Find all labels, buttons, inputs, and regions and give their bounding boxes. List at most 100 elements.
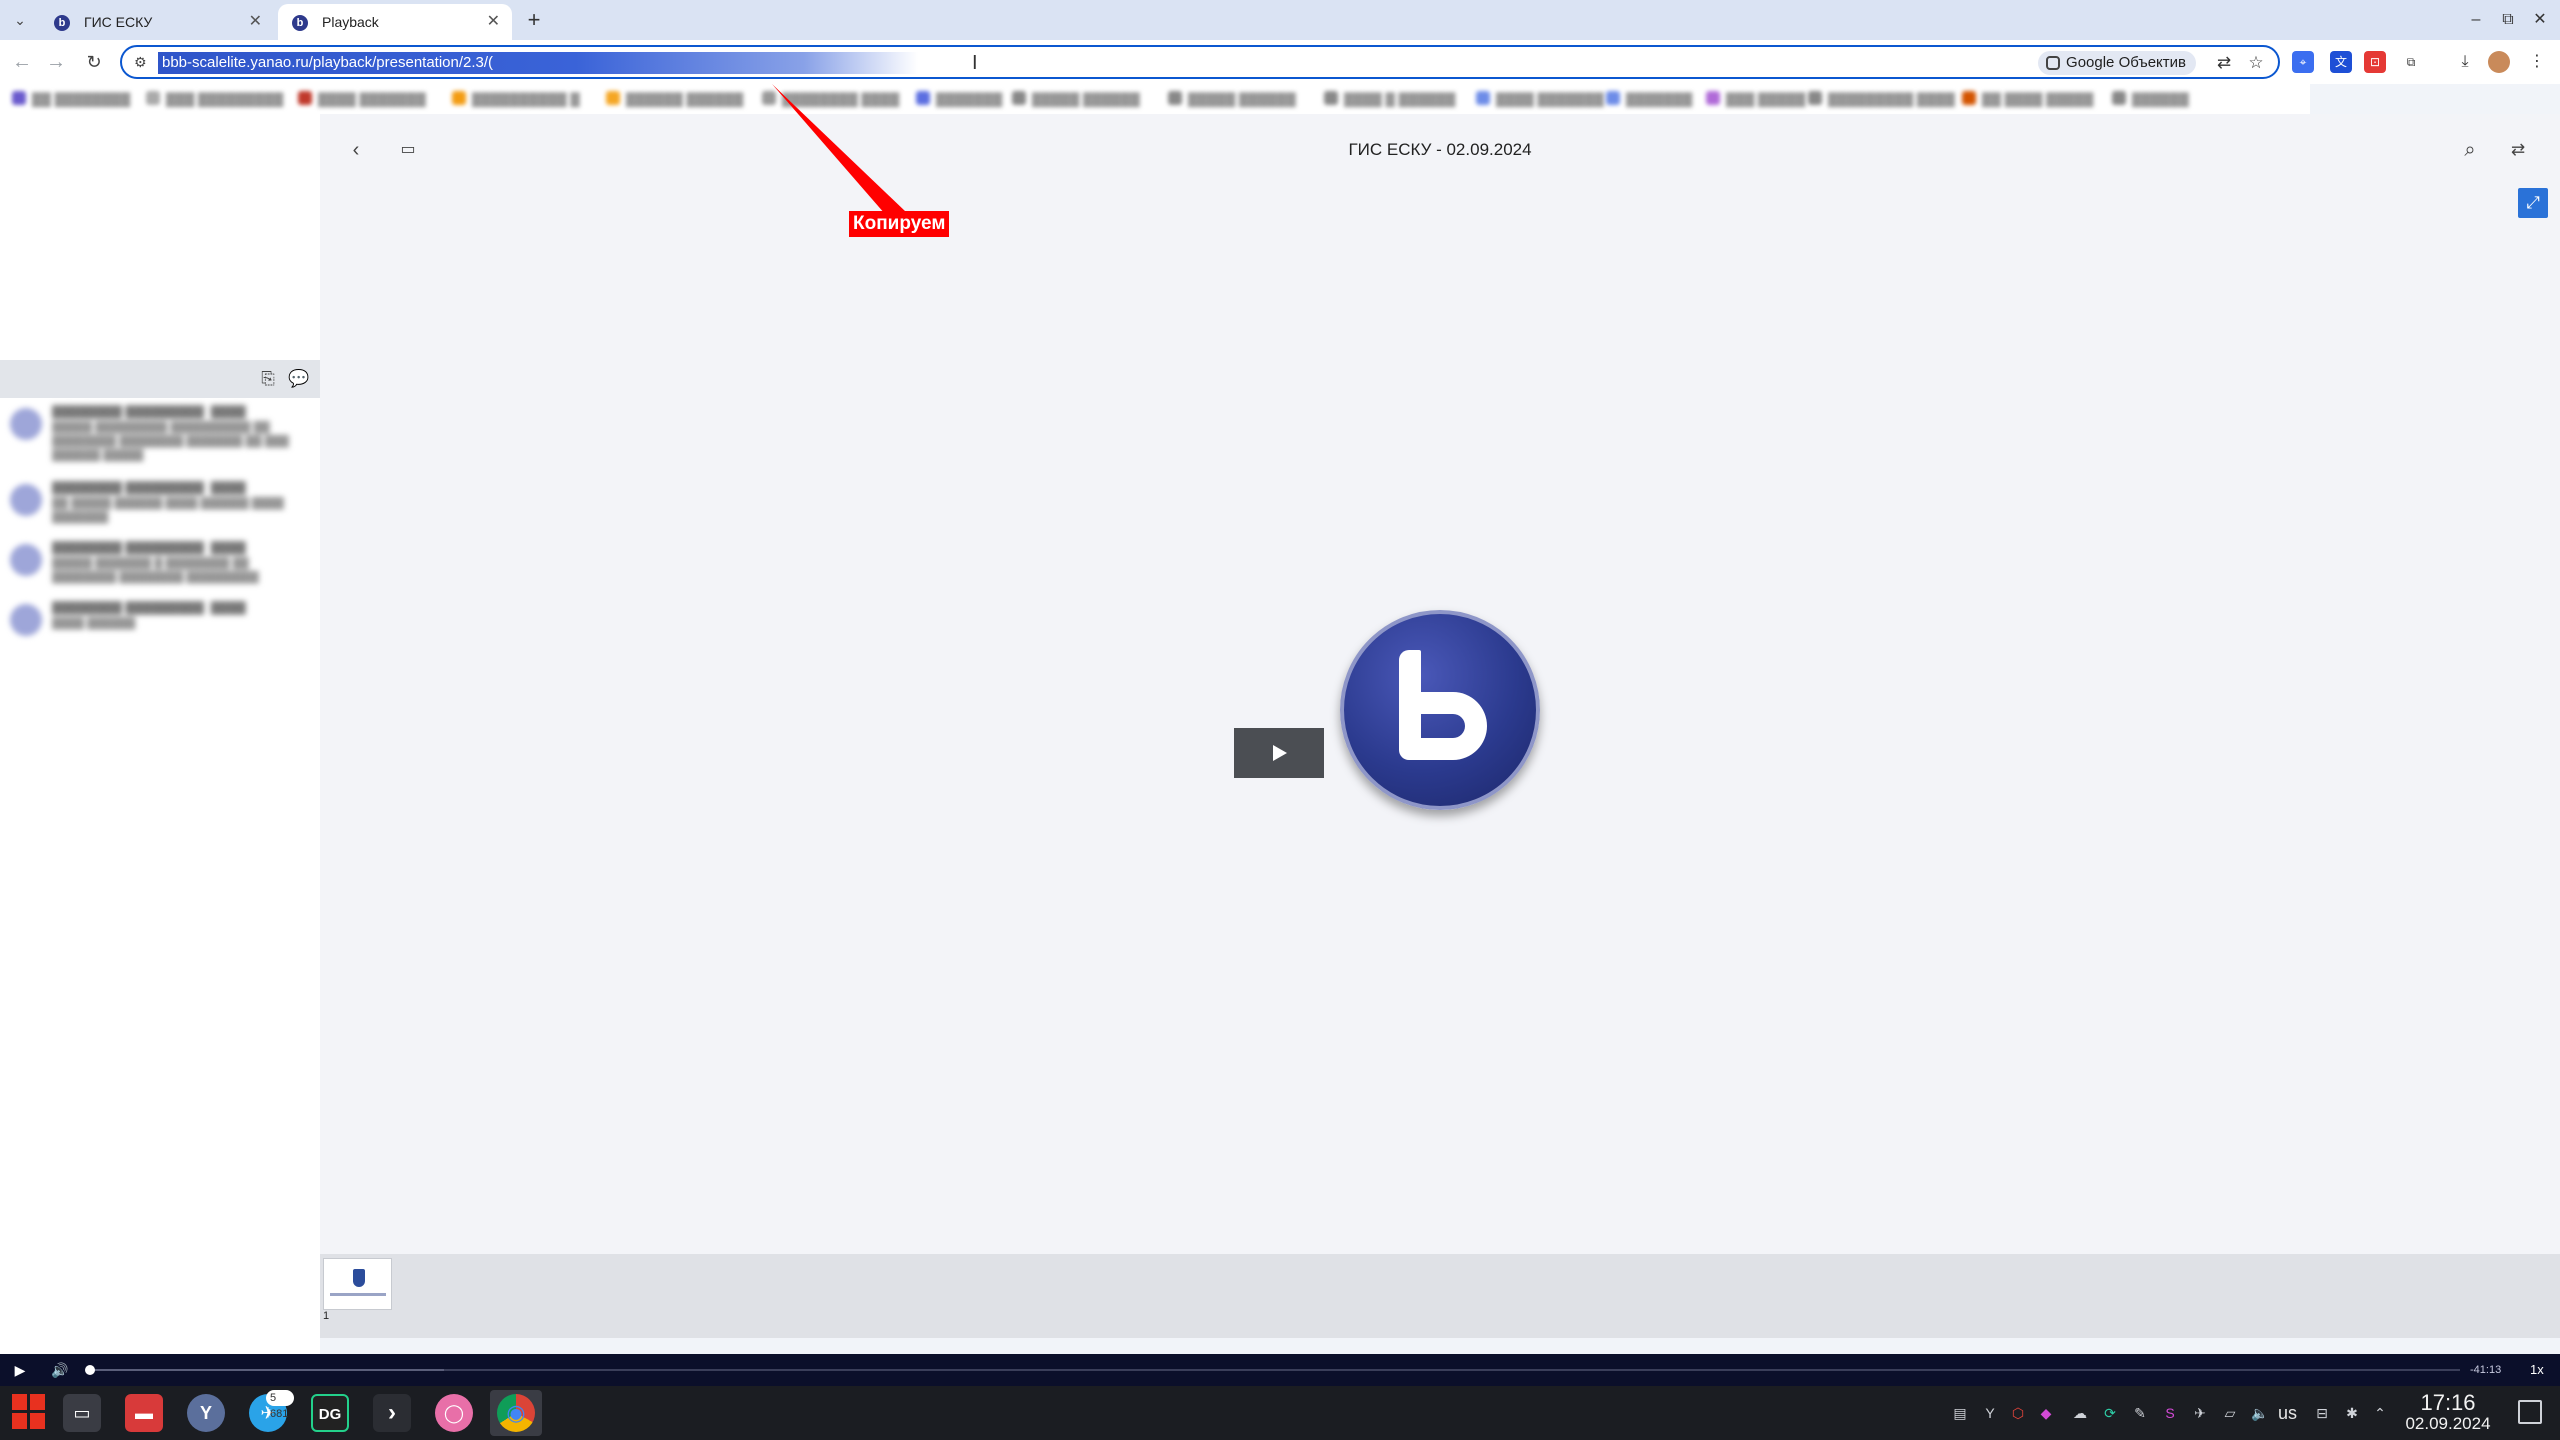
new-tab-plus-icon[interactable]: +	[520, 6, 548, 34]
bookmark-item[interactable]: ▓▓▓▓ ▓ ▓▓▓▓▓▓	[1324, 90, 1455, 108]
volume-icon[interactable]: 🔊	[48, 1358, 72, 1382]
chat-message: ▓▓▓▓▓▓▓▓ ▓▓▓▓▓▓▓▓▓ ▓▓▓▓ ▓▓▓▓▓ ▓▓▓▓▓▓▓▓▓ …	[10, 402, 310, 472]
bookmark-item[interactable]: ▓▓▓▓▓▓ ▓▓▓▓▓▓	[606, 90, 743, 108]
translate-icon[interactable]: ⇄	[2212, 51, 2236, 75]
tray-app-icon[interactable]: ◆	[2036, 1403, 2056, 1423]
tray-s-icon[interactable]: S	[2160, 1403, 2180, 1423]
bookmark-item[interactable]: ▓▓▓ ▓▓▓▓▓▓▓▓▓	[146, 90, 283, 108]
progress-buffered	[88, 1369, 444, 1371]
console-app[interactable]: ›	[366, 1390, 418, 1436]
window-close-icon[interactable]: ✕	[2526, 6, 2554, 34]
terminal-app[interactable]: ▭	[56, 1390, 108, 1436]
address-bar-url[interactable]: bbb-scalelite.yanao.ru/playback/presenta…	[158, 52, 918, 74]
left-pane: ⎘ 💬 ▓▓▓▓▓▓▓▓ ▓▓▓▓▓▓▓▓▓ ▓▓▓▓ ▓▓▓▓▓ ▓▓▓▓▓▓…	[0, 114, 320, 1354]
bbb-favicon-icon: b	[292, 15, 308, 31]
recording-title: ГИС ЕСКУ - 02.09.2024	[1348, 140, 1532, 159]
progress-knob[interactable]	[85, 1365, 96, 1375]
bookmark-item[interactable]: ▓▓▓▓▓▓▓	[916, 90, 1002, 108]
yandex-browser-app-icon: Y	[187, 1394, 225, 1432]
tray-yandex-icon[interactable]: Y	[1980, 1403, 2000, 1423]
site-settings-icon[interactable]: ⚙	[134, 53, 152, 71]
playback-rate-button[interactable]: 1x	[2530, 1361, 2544, 1379]
bookmark-item[interactable]: ▓▓▓ ▓▓▓▓▓	[1706, 90, 1805, 108]
bookmark-item[interactable]: ▓▓▓▓▓▓	[2112, 90, 2189, 108]
bluetooth-icon[interactable]: ✱	[2342, 1403, 2362, 1423]
extensions-puzzle-icon[interactable]: ⧉	[2400, 51, 2422, 73]
clock-date[interactable]: 02.09.2024	[2398, 1414, 2498, 1434]
fullscreen-icon[interactable]: ⤢	[2518, 188, 2548, 218]
extension-red-icon[interactable]: ⊡	[2364, 51, 2386, 73]
yandex-browser-app[interactable]: Y	[180, 1390, 232, 1436]
datagrip-app-icon: DG	[311, 1394, 349, 1432]
downloads-icon[interactable]: ⤓	[2454, 51, 2476, 73]
clock-time[interactable]: 17:16	[2398, 1390, 2498, 1416]
extension-translator-icon[interactable]: 文	[2330, 51, 2352, 73]
chat-header: ⎘ 💬	[0, 360, 320, 398]
bookmark-item[interactable]: ▓▓▓▓▓ ▓▓▓▓▓▓	[1012, 90, 1140, 108]
telegram-app[interactable]: ✈ 5 681	[242, 1390, 294, 1436]
profile-avatar[interactable]	[2488, 51, 2510, 73]
address-bar[interactable]: ⚙ bbb-scalelite.yanao.ru/playback/presen…	[120, 45, 2280, 79]
reload-icon[interactable]: ↻	[80, 48, 108, 76]
tray-clipboard-icon[interactable]: ▱	[2220, 1403, 2240, 1423]
show-desktop-button[interactable]	[2518, 1400, 2542, 1424]
minimize-icon[interactable]: –	[2462, 6, 2490, 34]
avatar	[10, 484, 42, 516]
tray-notes-icon[interactable]: ▤	[1950, 1403, 1970, 1423]
swap-layout-icon[interactable]: ⇄	[2504, 136, 2532, 164]
play-icon[interactable]: ▶	[8, 1358, 32, 1382]
browser-menu-icon[interactable]: ⋮	[2526, 51, 2548, 73]
tray-feather-icon[interactable]: ✎	[2130, 1403, 2150, 1423]
bookmark-item[interactable]: ▓▓▓▓▓▓▓	[1606, 90, 1692, 108]
bookmark-item[interactable]: ▓▓▓▓▓▓▓▓ ▓▓▓▓	[762, 90, 899, 108]
coat-of-arms-icon	[353, 1269, 365, 1287]
bookmark-item[interactable]: ▓▓▓▓ ▓▓▓▓▓▓▓	[298, 90, 426, 108]
tray-telegram-icon[interactable]: ✈	[2190, 1403, 2210, 1423]
files-app[interactable]: ▬	[118, 1390, 170, 1436]
notes-icon[interactable]: ⎘	[258, 369, 278, 389]
files-app-icon: ▬	[125, 1394, 163, 1432]
start-menu-icon[interactable]	[12, 1394, 46, 1430]
chat-message: ▓▓▓▓▓▓▓▓ ▓▓▓▓▓▓▓▓▓ ▓▓▓▓ ▓▓ ▓▓▓▓▓ ▓▓▓▓▓▓ …	[10, 478, 310, 536]
media-app[interactable]: ◯	[428, 1390, 480, 1436]
back-arrow-icon[interactable]: ←	[8, 48, 36, 76]
volume-icon[interactable]: 🔈	[2250, 1403, 2270, 1423]
bookmark-item[interactable]: ▓▓ ▓▓▓▓▓▓▓▓	[12, 90, 130, 108]
datagrip-app[interactable]: DG	[304, 1390, 356, 1436]
bookmark-item[interactable]: ▓▓▓▓▓▓▓▓▓▓ ▓	[452, 90, 580, 108]
chrome-app[interactable]: ◉	[490, 1390, 542, 1436]
tab-close-icon[interactable]: ✕	[249, 4, 262, 40]
avatar	[10, 544, 42, 576]
keyboard-layout-indicator[interactable]: us	[2278, 1401, 2297, 1425]
extension-pin-icon[interactable]: ⌖	[2292, 51, 2314, 73]
chat-icon[interactable]: 💬	[288, 369, 309, 389]
slide-thumbnail[interactable]	[323, 1258, 392, 1310]
presentation-area: ‹ ▭ ГИС ЕСКУ - 02.09.2024 ⌕ ⇄ ⤢	[320, 114, 2560, 1254]
tab-playback[interactable]: b Playback ✕	[278, 4, 512, 40]
avatar	[10, 604, 42, 636]
tray-cloud-icon[interactable]: ☁	[2070, 1403, 2090, 1423]
chat-message: ▓▓▓▓▓▓▓▓ ▓▓▓▓▓▓▓▓▓ ▓▓▓▓ ▓▓▓▓▓ ▓▓▓▓▓▓▓ ▓ …	[10, 538, 310, 596]
google-lens-chip[interactable]: Google Объектив	[2038, 51, 2196, 75]
bookmark-star-icon[interactable]: ☆	[2244, 51, 2268, 75]
media-app-icon: ◯	[435, 1394, 473, 1432]
tab-close-icon[interactable]: ✕	[487, 4, 500, 40]
play-button-overlay[interactable]	[1234, 728, 1324, 778]
restore-icon[interactable]: ⧉	[2494, 6, 2522, 34]
tab-title: Playback	[322, 14, 379, 30]
bookmark-item[interactable]: ▓▓▓▓ ▓▓▓▓▓▓▓	[1476, 90, 1604, 108]
avatar	[10, 408, 42, 440]
tab-gis-esku[interactable]: b ГИС ЕСКУ ✕	[40, 4, 274, 40]
search-icon[interactable]: ⌕	[2456, 136, 2484, 164]
forward-arrow-icon[interactable]: →	[42, 48, 70, 76]
tab-search-chevron-down-icon[interactable]: ⌄	[8, 8, 32, 32]
progress-bar[interactable]	[85, 1365, 2460, 1375]
tray-sync-icon[interactable]: ⟳	[2100, 1403, 2120, 1423]
network-icon[interactable]: ⊟	[2312, 1403, 2332, 1423]
tray-cube-icon[interactable]: ⬡	[2008, 1403, 2028, 1423]
bookmark-item[interactable]: ▓▓ ▓▓▓▓ ▓▓▓▓▓	[1962, 90, 2093, 108]
bookmark-item[interactable]: ▓▓▓▓▓ ▓▓▓▓▓▓	[1168, 90, 1296, 108]
bookmark-item[interactable]: ▓▓▓▓▓▓▓▓▓ ▓▓▓▓	[1808, 90, 1955, 108]
thumbnail-strip: 1	[320, 1254, 2560, 1338]
tray-expand-icon[interactable]: ⌃	[2370, 1403, 2390, 1423]
